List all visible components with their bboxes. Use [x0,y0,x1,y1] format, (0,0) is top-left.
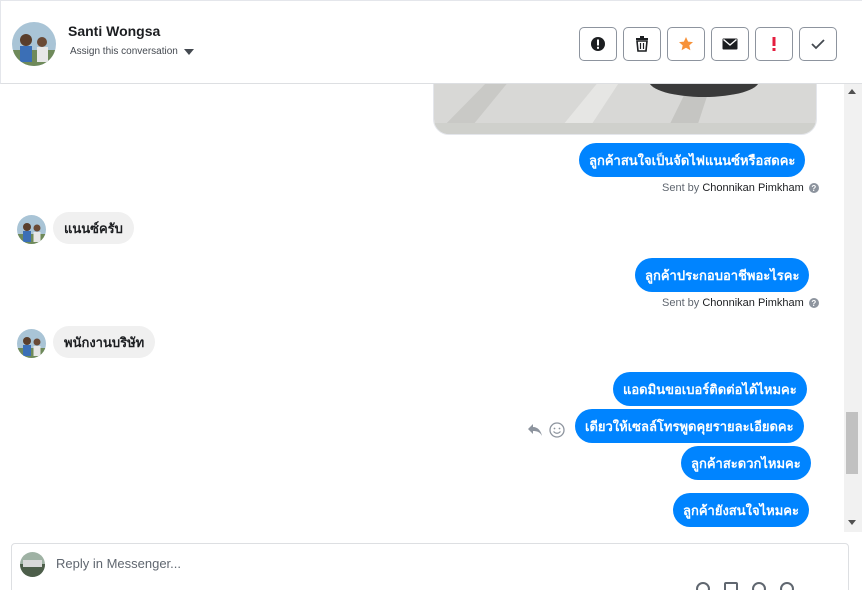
star-button[interactable] [667,27,705,61]
envelope-icon [722,38,738,50]
sent-by-label: Sent by Chonnikan Pimkham ? [662,297,819,309]
delete-button[interactable] [623,27,661,61]
outgoing-message[interactable]: ลูกค้าประกอบอาชีพอะไรคะ [635,258,810,292]
follow-up-button[interactable] [755,27,793,61]
incoming-message[interactable]: แนนซ์ครับ [53,212,134,244]
contact-avatar-small[interactable] [17,329,46,358]
contact-avatar-small[interactable] [17,215,46,244]
sent-by-prefix: Sent by [662,182,700,194]
assign-conversation-dropdown[interactable]: Assign this conversation [70,46,194,57]
outgoing-message[interactable]: ลูกค้าสะดวกไหมคะ [681,446,811,480]
conversation-actions [579,27,837,61]
contact-name: Santi Wongsa [68,23,161,39]
scroll-thumb[interactable] [846,412,858,474]
reply-composer [11,543,849,590]
attach-icon[interactable] [696,582,710,590]
caret-down-icon [183,48,194,55]
outgoing-message[interactable]: ลูกค้าสนใจเป็นจัดไฟแนนซ์หรือสดคะ [579,143,806,177]
help-icon[interactable]: ? [808,183,819,193]
image-icon[interactable] [724,582,738,590]
sent-by-label: Sent by Chonnikan Pimkham ? [662,182,819,194]
outgoing-message[interactable]: เดียวให้เซลล์โทรพูดคุยรายละเอียดคะ [575,409,804,443]
page-avatar [20,552,45,577]
outgoing-message[interactable]: ลูกค้ายังสนใจไหมคะ [673,493,809,527]
mark-done-button[interactable] [799,27,837,61]
alert-icon [591,37,605,51]
conversation-header: Santi Wongsa Assign this conversation [0,0,862,84]
star-icon [679,37,693,51]
reply-icon[interactable] [527,423,543,437]
assign-label: Assign this conversation [70,46,178,57]
mark-spam-button[interactable] [579,27,617,61]
emoji-icon[interactable] [752,582,766,590]
mark-unread-button[interactable] [711,27,749,61]
composer-tools [696,582,794,590]
exclamation-icon [772,37,776,51]
scroll-up-arrow-icon[interactable] [848,89,856,94]
scroll-down-arrow-icon[interactable] [848,520,856,525]
sent-by-agent: Chonnikan Pimkham [702,182,804,194]
thread-scrollbar[interactable] [844,84,862,532]
message-reactions [527,422,565,438]
emoji-react-icon[interactable] [549,422,565,438]
message-thread[interactable]: ลูกค้าสนใจเป็นจัดไฟแนนซ์หรือสดคะ Sent by… [1,84,844,532]
help-icon[interactable]: ? [808,298,819,308]
outgoing-message[interactable]: แอดมินขอเบอร์ติดต่อได้ไหมคะ [613,372,807,406]
incoming-message[interactable]: พนักงานบริษัท [53,326,156,358]
like-icon[interactable] [780,582,794,590]
sent-by-agent: Chonnikan Pimkham [702,297,804,309]
reply-input[interactable] [56,556,556,571]
contact-avatar[interactable] [12,22,56,66]
checkmark-icon [811,39,825,50]
sent-by-prefix: Sent by [662,297,700,309]
trash-icon [636,36,648,52]
shared-image-attachment[interactable] [433,84,817,135]
